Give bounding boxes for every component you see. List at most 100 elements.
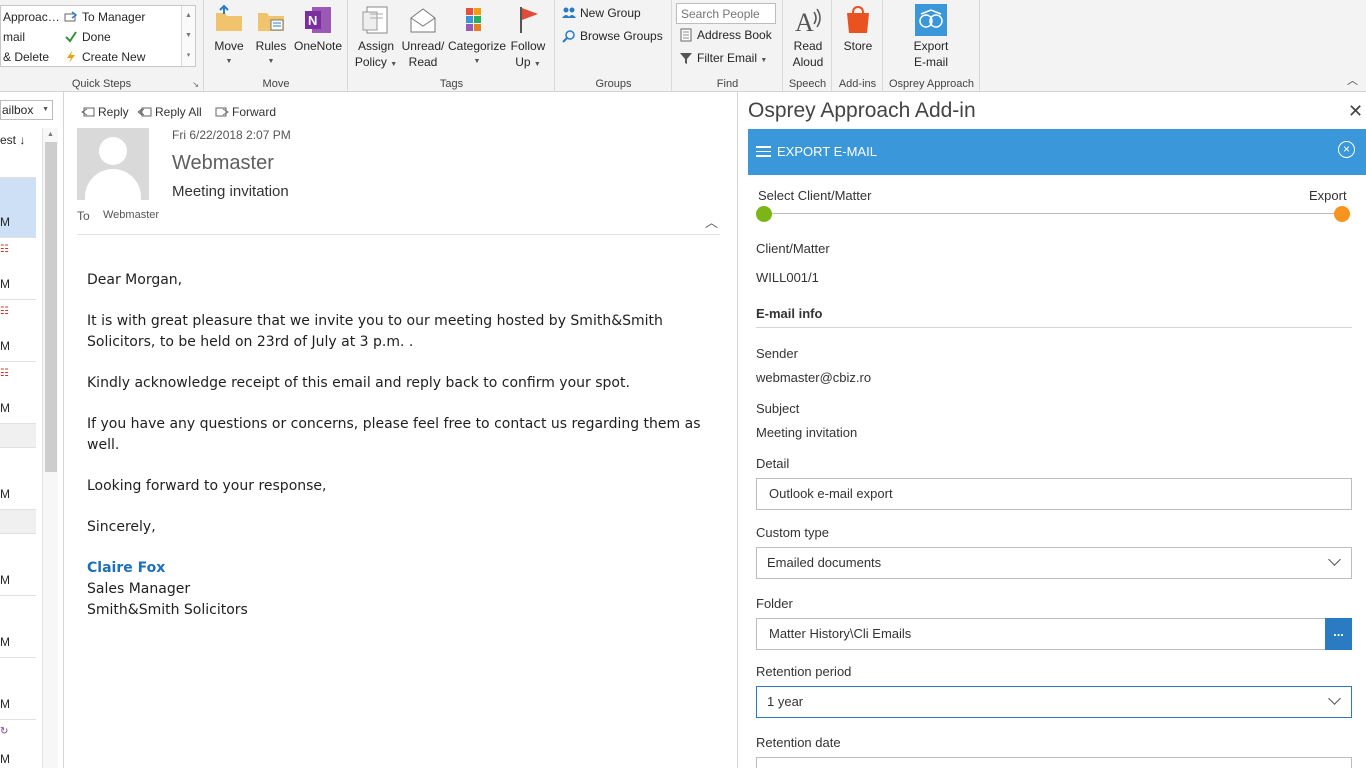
mail-list-item[interactable]: M <box>0 658 36 720</box>
mail-list-item[interactable]: M <box>0 534 36 596</box>
retention-period-label: Retention period <box>756 664 852 679</box>
close-circle-icon[interactable]: × <box>1338 141 1355 158</box>
folder-browse-button[interactable]: ... <box>1325 618 1352 650</box>
quick-steps-scroller[interactable]: ▲ ▼ ▾ <box>181 6 195 66</box>
email-info-heading: E-mail info <box>756 306 823 321</box>
scrollbar-thumb[interactable] <box>45 142 57 472</box>
sort-order-toggle[interactable]: est ↓ <box>0 133 25 147</box>
quick-step-delete[interactable]: & Delete <box>3 47 49 67</box>
assign-policy-button[interactable]: Assign Policy ▼ <box>353 4 399 73</box>
rules-button[interactable]: Rules ▼ <box>253 4 289 70</box>
mailbox-scope-label: ailbox <box>2 103 34 117</box>
forward-button[interactable]: Forward <box>215 105 276 119</box>
reply-button[interactable]: Reply <box>81 105 129 119</box>
mail-list-item[interactable] <box>0 152 36 178</box>
quick-step-approach[interactable]: Approac… <box>3 7 60 27</box>
message-subject: Meeting invitation <box>172 183 289 200</box>
export-email-line2: E-mail <box>913 55 948 69</box>
search-icon <box>562 29 576 43</box>
read-aloud-icon: A <box>792 4 824 37</box>
quick-step-done[interactable]: Done <box>64 27 111 47</box>
mail-list-item[interactable]: ☷ M <box>0 238 36 300</box>
people-icon <box>562 6 576 20</box>
unread-line1: Unread/ <box>401 39 445 53</box>
folder-value: Matter History\Cli Emails <box>769 626 912 641</box>
follow-up-button[interactable]: Follow Up ▼ <box>507 4 549 73</box>
mail-list-item[interactable]: ↻ M <box>0 720 36 768</box>
header-divider <box>77 234 720 235</box>
mail-list-scrollbar[interactable]: ▲ <box>42 128 58 768</box>
onenote-button[interactable]: N OneNote <box>293 4 343 54</box>
client-matter-value: WILL001/1 <box>756 270 819 285</box>
rules-icon <box>255 4 287 36</box>
move-group-label: Move <box>262 78 290 90</box>
step-end-label: Export <box>1309 188 1347 203</box>
categorize-icon <box>461 4 493 36</box>
mail-list-item[interactable]: M <box>0 596 36 658</box>
new-group-button[interactable]: New Group <box>562 3 641 23</box>
addin-section-title: EXPORT E-MAIL <box>777 144 877 159</box>
quick-step-create-new-label: Create New <box>82 50 146 64</box>
osprey-group-label: Osprey Approach <box>889 78 974 90</box>
mail-list-item[interactable]: M <box>0 448 36 510</box>
categorize-label: Categorize <box>447 39 507 53</box>
body-paragraph: It is with great pleasure that we invite… <box>87 313 663 350</box>
ribbon: Approac… To Manager mail Done & Delete C… <box>0 0 1366 92</box>
body-closing: Sincerely, <box>87 519 156 535</box>
follow-up-line2: Up <box>515 55 531 69</box>
mail-list-item[interactable]: ☷ M <box>0 300 36 362</box>
retention-period-select[interactable]: 1 year <box>756 686 1352 718</box>
unread-read-button[interactable]: Unread/ Read <box>399 4 447 70</box>
retention-date-input[interactable] <box>756 757 1352 768</box>
collapse-header-icon[interactable]: ︿ <box>705 212 718 231</box>
search-people-input[interactable] <box>676 3 776 24</box>
meeting-icon: ☷ <box>0 306 9 317</box>
hamburger-menu-icon[interactable] <box>756 146 771 158</box>
read-aloud-line1: Read <box>793 39 823 53</box>
browse-groups-button[interactable]: Browse Groups <box>562 26 663 46</box>
close-icon[interactable]: ✕ <box>1348 101 1363 122</box>
export-email-button[interactable]: Export E-mail <box>908 4 954 70</box>
message-body: Dear Morgan, It is with great pleasure t… <box>87 270 707 621</box>
reply-all-button[interactable]: Reply All <box>137 105 202 119</box>
svg-text:A: A <box>795 8 814 36</box>
quick-step-mail[interactable]: mail <box>3 27 25 47</box>
mailbox-scope-select[interactable]: ailbox ▼ <box>0 100 53 120</box>
store-button[interactable]: Store <box>837 4 879 54</box>
addin-pane: Osprey Approach Add-in ✕ EXPORT E-MAIL ×… <box>737 92 1366 768</box>
folder-input[interactable]: Matter History\Cli Emails <box>756 618 1326 650</box>
addins-group-label: Add-ins <box>838 78 877 90</box>
signature-title: Sales Manager <box>87 581 191 597</box>
dialog-launcher-icon[interactable]: ↘ <box>192 80 199 89</box>
message-recipient[interactable]: Webmaster <box>103 209 159 221</box>
follow-up-line1: Follow <box>510 39 546 53</box>
mail-list-item[interactable]: M <box>0 178 36 238</box>
osprey-logo-icon <box>915 4 947 36</box>
store-bag-icon <box>842 4 874 36</box>
categorize-button[interactable]: Categorize ▼ <box>447 4 507 70</box>
subject-value: Meeting invitation <box>756 425 858 440</box>
quick-step-to-manager[interactable]: To Manager <box>64 7 145 27</box>
mail-list-item[interactable]: ☷ M <box>0 362 36 424</box>
store-label: Store <box>843 39 873 53</box>
client-matter-label: Client/Matter <box>756 241 830 256</box>
detail-label: Detail <box>756 456 790 471</box>
quick-step-mail-label: mail <box>3 30 26 44</box>
groups-group-label: Groups <box>595 78 632 90</box>
body-paragraph: If you have any questions or concerns, p… <box>87 416 701 453</box>
quick-step-create-new[interactable]: Create New <box>64 47 145 67</box>
custom-type-value: Emailed documents <box>767 555 882 570</box>
retention-period-value: 1 year <box>767 694 804 709</box>
reply-icon <box>81 106 95 118</box>
move-button[interactable]: Move ▼ <box>210 4 248 70</box>
export-email-line1: Export <box>913 39 949 53</box>
filter-email-button[interactable]: Filter Email ▼ <box>679 48 767 68</box>
message-sender[interactable]: Webmaster <box>172 152 274 175</box>
custom-type-select[interactable]: Emailed documents <box>756 547 1352 579</box>
tags-group: Assign Policy ▼ Unread/ Read Categorize … <box>349 0 555 92</box>
address-book-button[interactable]: Address Book <box>679 25 772 45</box>
detail-input[interactable]: Outlook e-mail export <box>756 478 1352 510</box>
collapse-ribbon-icon[interactable]: ︿ <box>1347 72 1358 88</box>
chevron-down-icon: ▼ <box>42 106 49 113</box>
read-aloud-button[interactable]: A Read Aloud <box>786 4 830 70</box>
